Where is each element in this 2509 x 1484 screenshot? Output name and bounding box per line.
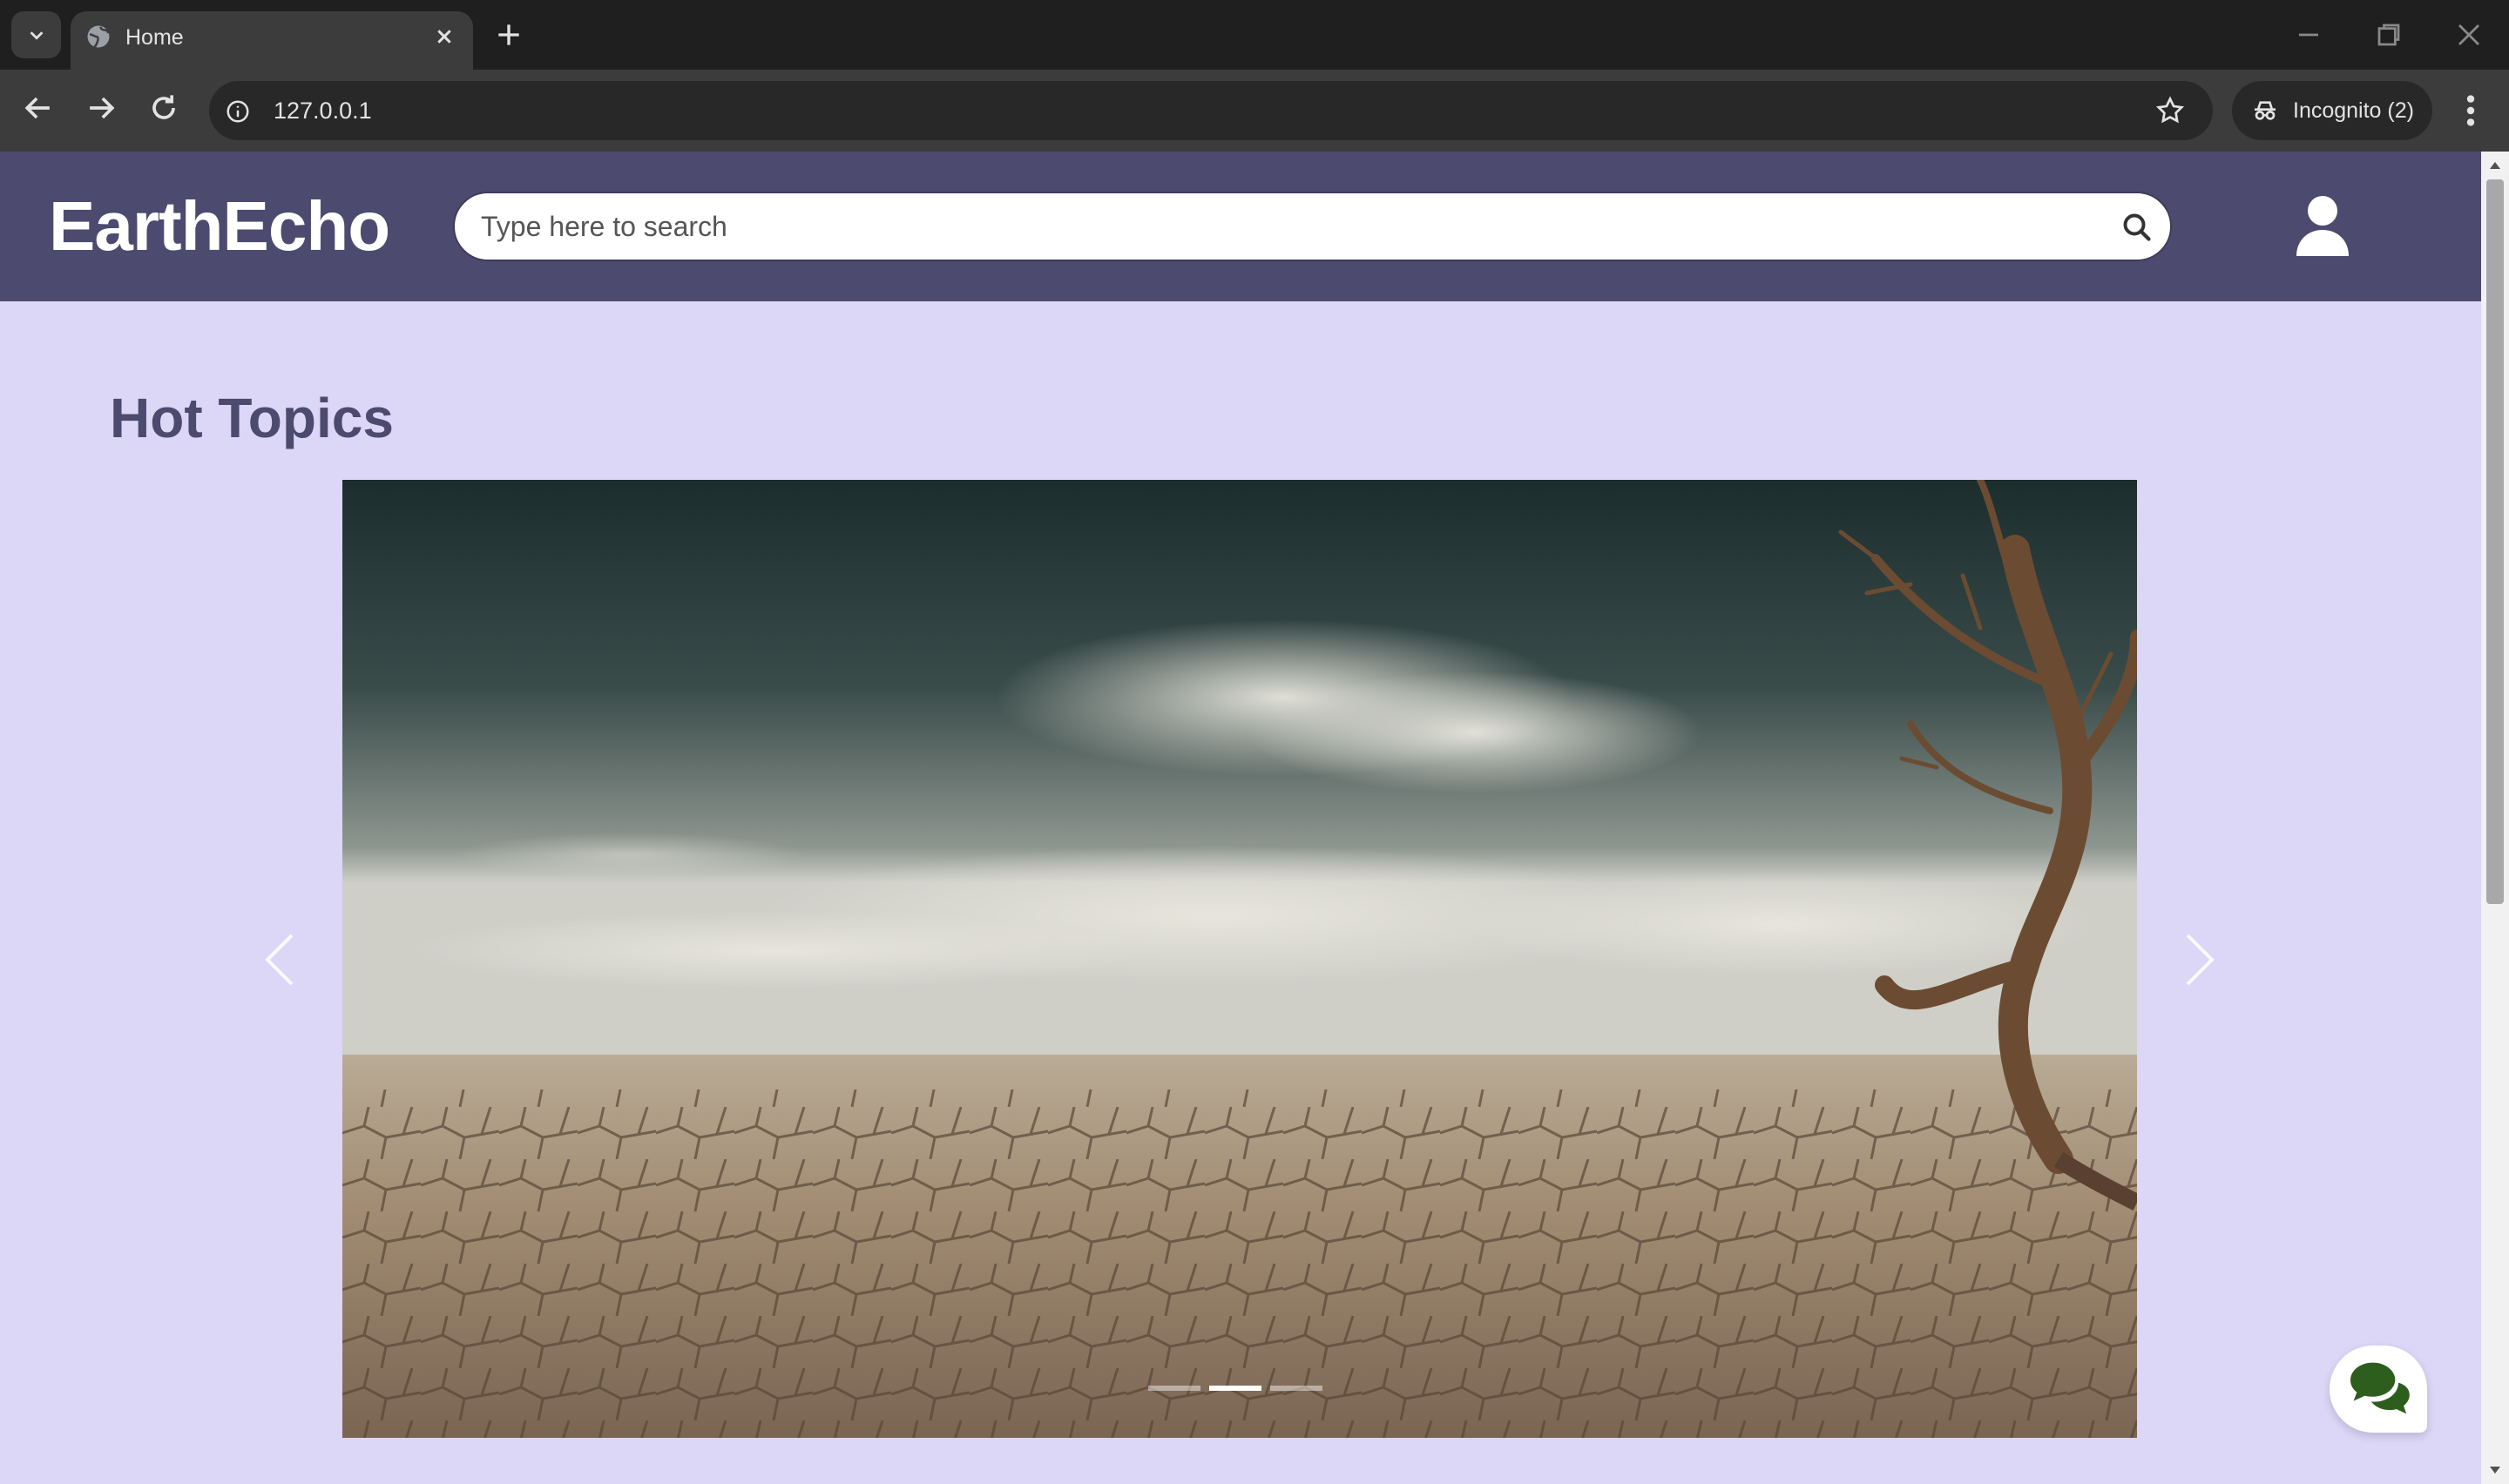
back-icon[interactable] — [19, 89, 57, 127]
close-tab-icon[interactable] — [430, 23, 458, 51]
site-header: EarthEcho — [0, 152, 2481, 301]
globe-icon — [87, 25, 110, 48]
incognito-icon — [2255, 101, 2276, 120]
search-input[interactable] — [481, 193, 2101, 260]
browser-toolbar: 127.0.0.1 Incognito (2) — [0, 70, 2509, 152]
carousel-indicator[interactable] — [1270, 1386, 1322, 1391]
address-bar[interactable]: 127.0.0.1 — [209, 81, 2213, 140]
scroll-down-icon[interactable] — [2488, 1465, 2502, 1475]
site-info-icon[interactable] — [225, 98, 251, 125]
minimize-icon[interactable] — [2289, 16, 2328, 54]
chat-bubbles-icon — [2350, 1362, 2410, 1414]
carousel-next-icon[interactable] — [2182, 932, 2217, 988]
user-icon[interactable] — [2295, 195, 2350, 256]
tab-search-button[interactable] — [11, 11, 61, 58]
page-scrollbar[interactable] — [2481, 152, 2509, 1484]
restore-icon[interactable] — [2370, 16, 2408, 54]
forward-icon[interactable] — [82, 89, 120, 127]
scroll-up-icon[interactable] — [2488, 160, 2502, 171]
search-icon[interactable] — [2121, 212, 2153, 243]
carousel-slide-image[interactable] — [342, 480, 2137, 1438]
url-text[interactable]: 127.0.0.1 — [274, 97, 372, 125]
carousel-indicator[interactable] — [1148, 1386, 1200, 1391]
site-logo[interactable]: EarthEcho — [49, 185, 390, 268]
carousel-indicator-active[interactable] — [1209, 1386, 1261, 1391]
reload-icon[interactable] — [145, 89, 183, 127]
carousel-prev-icon[interactable] — [262, 932, 297, 988]
scrollbar-thumb[interactable] — [2486, 179, 2504, 904]
browser-tab-strip: Home — [0, 0, 2509, 70]
chevron-down-icon — [30, 31, 43, 40]
section-title: Hot Topics — [110, 387, 394, 449]
carousel-indicators — [1148, 1386, 1322, 1393]
browser-menu-icon[interactable] — [2455, 91, 2486, 131]
browser-tab-home[interactable]: Home — [71, 11, 473, 70]
hot-topics-carousel[interactable] — [342, 480, 2137, 1438]
tab-title: Home — [125, 25, 184, 50]
search-bar — [453, 192, 2172, 261]
close-window-icon[interactable] — [2450, 16, 2488, 54]
incognito-profile-button[interactable]: Incognito (2) — [2232, 81, 2432, 140]
profile-label: Incognito (2) — [2293, 98, 2414, 123]
new-tab-icon[interactable] — [491, 17, 526, 52]
chat-button[interactable] — [2330, 1346, 2427, 1433]
bookmark-star-icon[interactable] — [2154, 95, 2186, 126]
